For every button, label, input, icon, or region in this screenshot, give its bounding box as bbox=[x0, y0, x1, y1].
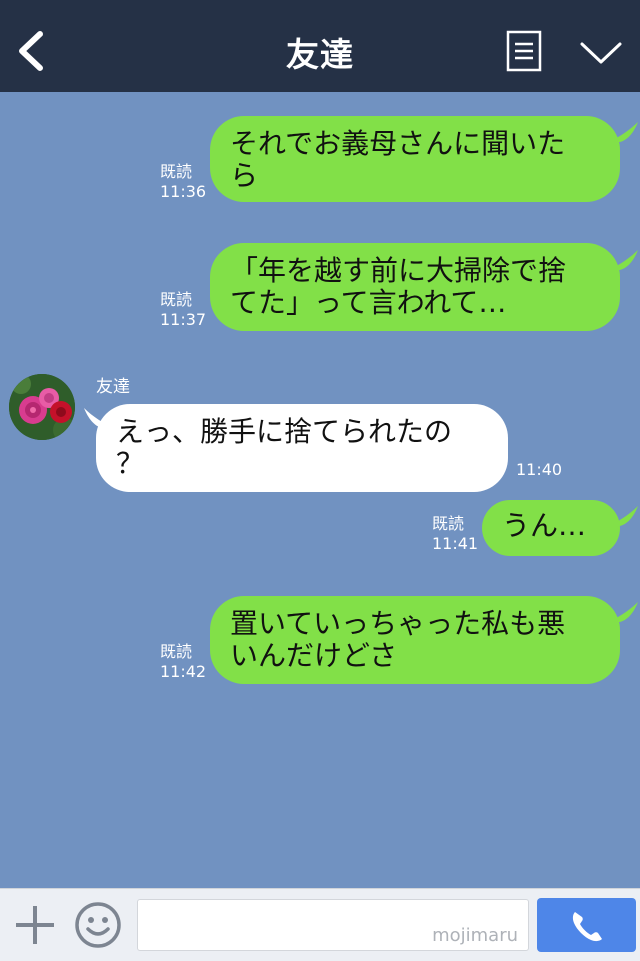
message-text-line: それでお義母さんに聞いた bbox=[230, 127, 566, 160]
message-text-line: てた」って言われて… bbox=[230, 286, 507, 319]
bubble-tail bbox=[608, 250, 638, 270]
read-label: 既読 bbox=[160, 162, 193, 181]
message-meta: 既読 11:36 bbox=[160, 162, 206, 202]
read-label: 既読 bbox=[432, 514, 465, 533]
message-time: 11:42 bbox=[160, 662, 207, 681]
input-bar: mojimaru bbox=[0, 888, 640, 961]
message-time: 11:37 bbox=[160, 310, 207, 329]
phone-icon bbox=[572, 912, 602, 942]
message-bubble[interactable]: えっ、勝手に捨てられたの ？ bbox=[96, 404, 508, 492]
watermark-text: mojimaru bbox=[432, 925, 518, 946]
bubble-tail bbox=[608, 506, 638, 526]
bubble-tail bbox=[608, 122, 638, 142]
message-bubble[interactable]: 「年を越す前に大掃除で捨 てた」って言われて… bbox=[210, 243, 620, 331]
avatar[interactable] bbox=[9, 374, 75, 440]
bubble-tail bbox=[84, 408, 114, 428]
message-text-line: ？ bbox=[116, 447, 145, 480]
message-text-line: ら bbox=[230, 159, 259, 192]
chat-area[interactable]: 既読 11:36 それでお義母さんに聞いた ら 既読 11:37 「年を越す前に… bbox=[0, 92, 640, 888]
add-button[interactable] bbox=[14, 904, 56, 946]
sender-name: 友達 bbox=[96, 377, 130, 397]
rose-avatar-image bbox=[9, 374, 75, 440]
call-button[interactable] bbox=[537, 898, 636, 952]
message-time: 11:36 bbox=[160, 182, 207, 201]
smiley-icon bbox=[75, 902, 121, 948]
message-bubble[interactable]: 置いていっちゃった私も悪 いんだけどさ bbox=[210, 596, 620, 684]
message-text-line: えっ、勝手に捨てられたの bbox=[116, 415, 453, 448]
chat-title: 友達 bbox=[286, 35, 354, 74]
chevron-down-icon bbox=[580, 42, 622, 64]
message-meta: 既読 11:41 bbox=[432, 514, 478, 554]
message-meta: 既読 11:37 bbox=[160, 290, 206, 330]
message-time: 11:41 bbox=[432, 534, 479, 553]
message-text-line: うん… bbox=[502, 509, 587, 542]
message-meta: 既読 11:42 bbox=[160, 642, 206, 682]
read-label: 既読 bbox=[160, 290, 193, 309]
read-label: 既読 bbox=[160, 642, 193, 661]
notes-icon bbox=[506, 30, 542, 72]
message-text-line: 「年を越す前に大掃除で捨 bbox=[230, 254, 567, 287]
message-bubble[interactable]: それでお義母さんに聞いた ら bbox=[210, 116, 620, 202]
notes-button[interactable] bbox=[505, 30, 543, 72]
plus-icon bbox=[16, 906, 54, 944]
message-text-line: 置いていっちゃった私も悪 bbox=[230, 607, 566, 640]
emoji-button[interactable] bbox=[74, 901, 122, 949]
bubble-tail bbox=[608, 602, 638, 622]
dropdown-button[interactable] bbox=[578, 38, 624, 68]
chat-header: 友達 bbox=[0, 0, 640, 92]
message-input[interactable]: mojimaru bbox=[137, 899, 529, 951]
message-text-line: いんだけどさ bbox=[230, 639, 398, 672]
message-bubble[interactable]: うん… bbox=[482, 500, 620, 556]
message-time: 11:40 bbox=[516, 460, 563, 479]
